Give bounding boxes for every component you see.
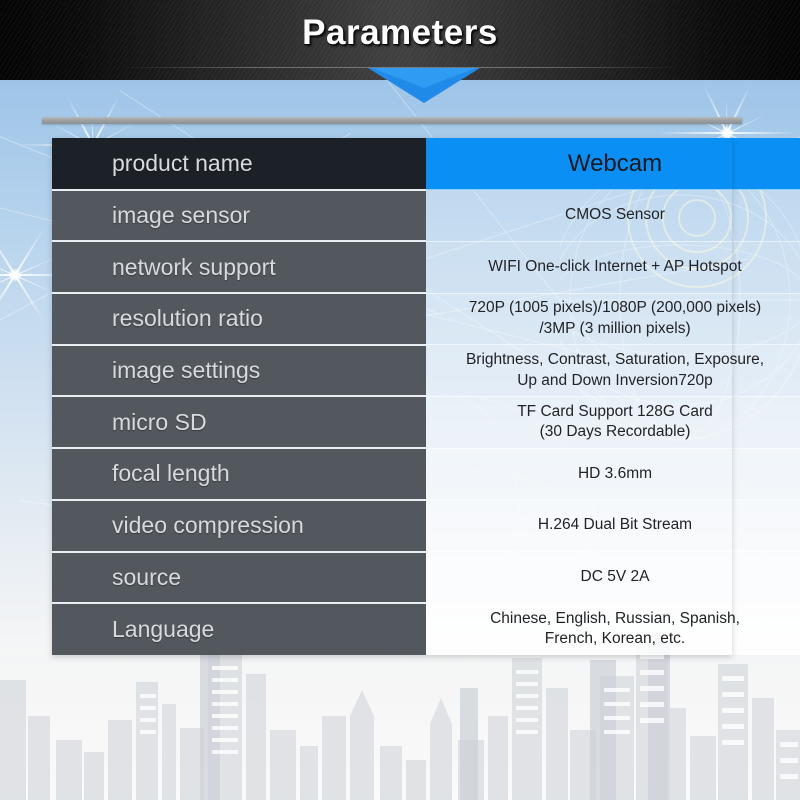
spec-value-line1: 720P (1005 pixels)/1080P (200,000 pixels…: [468, 299, 762, 317]
spec-key: network support: [52, 240, 426, 294]
triangle-down-highlight-icon: [372, 68, 476, 88]
spec-value: CMOS Sensor: [426, 189, 800, 242]
spec-value-line1: DC 5V 2A: [580, 568, 650, 586]
spec-value-line2: Up and Down Inversion720p: [517, 371, 713, 389]
table-row: resolution ratio 720P (1005 pixels)/1080…: [52, 292, 800, 345]
spec-value: Brightness, Contrast, Saturation, Exposu…: [426, 344, 800, 397]
horizontal-divider-icon: [42, 117, 742, 124]
specification-table-body: product name Webcam image sensor CMOS Se…: [52, 138, 800, 655]
table-row: video compression H.264 Dual Bit Stream: [52, 498, 800, 552]
table-row: source DC 5V 2A: [52, 550, 800, 604]
spec-key: video compression: [52, 498, 426, 552]
spec-value: 720P (1005 pixels)/1080P (200,000 pixels…: [426, 292, 800, 345]
spec-value-line1: Chinese, English, Russian, Spanish,: [490, 609, 740, 627]
spec-value-line2: /3MP (3 million pixels): [539, 319, 691, 337]
spec-key: image sensor: [52, 188, 426, 242]
table-row: micro SD TF Card Support 128G Card (30 D…: [52, 395, 800, 449]
table-row: product name Webcam: [52, 138, 800, 190]
spec-key: focal length: [52, 447, 426, 500]
spec-key: product name: [52, 138, 426, 190]
lower-background: [0, 655, 800, 800]
page-title: Parameters: [302, 13, 498, 52]
spec-value-line1: CMOS Sensor: [565, 206, 665, 224]
spec-value: TF Card Support 128G Card (30 Days Recor…: [426, 395, 800, 449]
spec-value-line1: WIFI One-click Internet + AP Hotspot: [488, 257, 742, 275]
table-row: Language Chinese, English, Russian, Span…: [52, 602, 800, 655]
spec-value-line1: HD 3.6mm: [577, 464, 653, 482]
table-row: image settings Brightness, Contrast, Sat…: [52, 343, 800, 397]
spec-value: HD 3.6mm: [426, 447, 800, 500]
spec-key: Language: [52, 602, 426, 655]
spec-key: image settings: [52, 343, 426, 397]
spec-value: DC 5V 2A: [426, 551, 800, 604]
spec-key: resolution ratio: [52, 292, 426, 345]
spec-value-line1: Brightness, Contrast, Saturation, Exposu…: [465, 351, 765, 369]
spec-value: Chinese, English, Russian, Spanish, Fren…: [426, 602, 800, 655]
spec-value: H.264 Dual Bit Stream: [426, 499, 800, 552]
spec-value-line1: TF Card Support 128G Card: [517, 402, 713, 420]
table-row: network support WIFI One-click Internet …: [52, 240, 800, 294]
spec-key: source: [52, 550, 426, 604]
spec-value: WIFI One-click Internet + AP Hotspot: [426, 240, 800, 294]
spec-key: micro SD: [52, 395, 426, 449]
specification-table: product name Webcam image sensor CMOS Se…: [52, 138, 800, 655]
spec-value: Webcam: [426, 138, 800, 190]
table-row: focal length HD 3.6mm: [52, 447, 800, 500]
spec-value-line1: Webcam: [567, 149, 663, 177]
parameters-spec-page: Parameters product name Webcam image sen…: [0, 0, 800, 800]
spec-value-line2: (30 Days Recordable): [539, 423, 691, 441]
spec-value-line1: H.264 Dual Bit Stream: [537, 516, 693, 534]
spec-value-line2: French, Korean, etc.: [544, 630, 686, 648]
table-row: image sensor CMOS Sensor: [52, 188, 800, 242]
